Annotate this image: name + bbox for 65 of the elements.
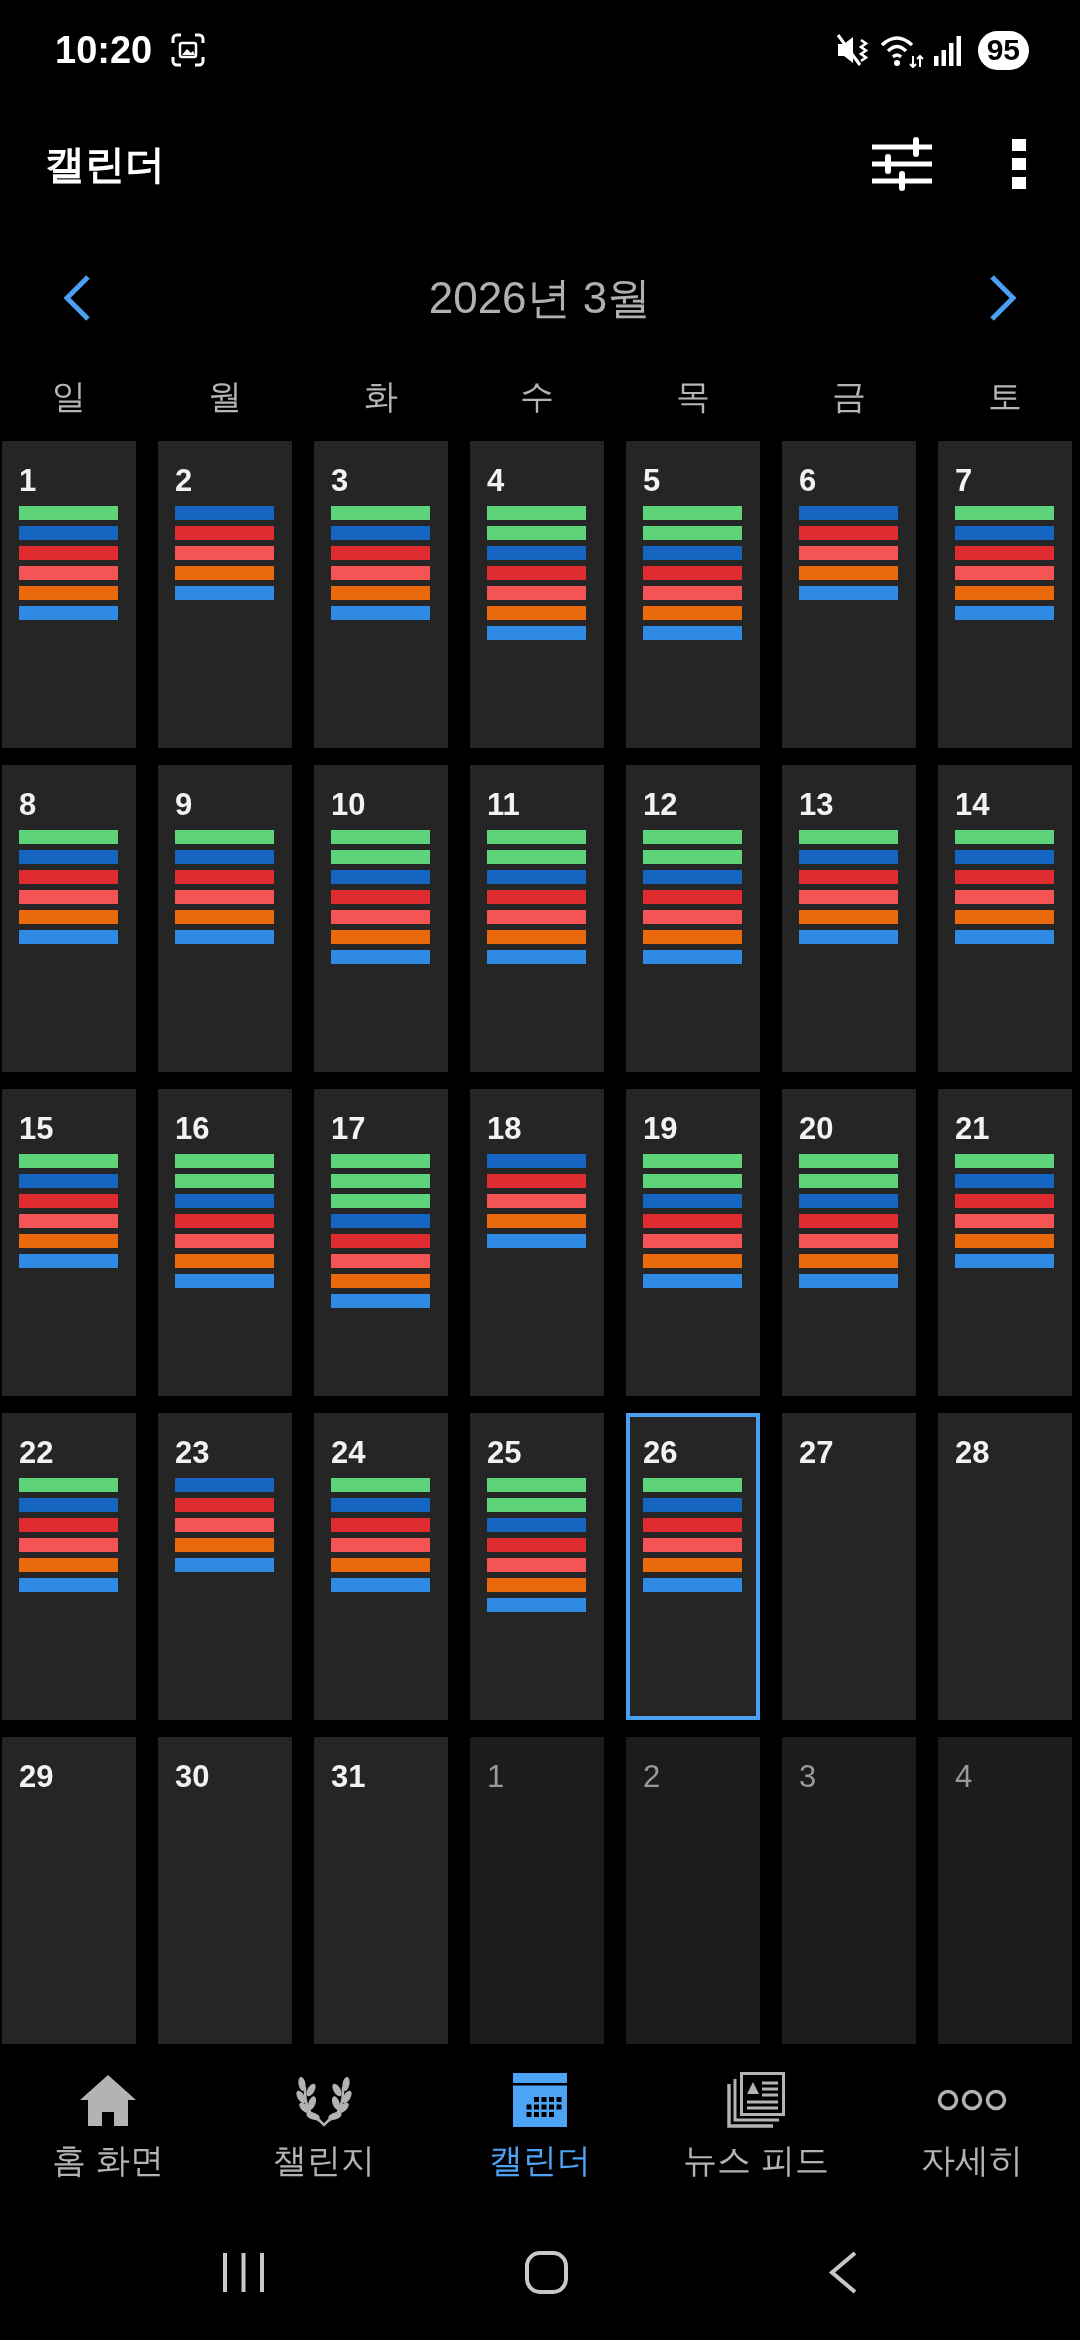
day-cell[interactable]: 3 <box>782 1737 916 2044</box>
nav-tab[interactable]: 홈 화면 <box>0 2072 216 2184</box>
more-vertical-icon[interactable] <box>1012 139 1026 189</box>
more-icon <box>937 2089 1007 2111</box>
day-cell[interactable]: 29 <box>2 1737 136 2044</box>
day-cell[interactable]: 1 <box>2 441 136 748</box>
day-cell[interactable]: 8 <box>2 765 136 1072</box>
day-cell[interactable]: 23 <box>158 1413 292 1720</box>
day-cell[interactable]: 10 <box>314 765 448 1072</box>
day-cell[interactable]: 13 <box>782 765 916 1072</box>
day-cell[interactable]: 2 <box>158 441 292 748</box>
battery-indicator: 95 <box>977 30 1029 70</box>
weekday-label: 일 <box>52 376 86 417</box>
day-cell[interactable]: 17 <box>314 1089 448 1396</box>
sliders-icon[interactable] <box>872 134 932 194</box>
nav-tab[interactable]: 캘린더 <box>432 2072 648 2184</box>
day-cell[interactable]: 21 <box>938 1089 1072 1396</box>
screen-capture-icon <box>170 32 207 68</box>
recent-apps-icon[interactable] <box>222 2250 265 2294</box>
weekday-label: 월 <box>208 376 242 417</box>
day-cell[interactable]: 7 <box>938 441 1072 748</box>
day-cell[interactable]: 18 <box>470 1089 604 1396</box>
day-cell[interactable]: 6 <box>782 441 916 748</box>
month-title: 2026년 3월 <box>428 271 652 324</box>
day-cell[interactable]: 4 <box>938 1737 1072 2044</box>
weekday-label: 화 <box>364 376 398 417</box>
newspaper-icon <box>727 2072 785 2128</box>
nav-tab[interactable]: 자세히 <box>864 2072 1080 2184</box>
nav-tab[interactable]: 뉴스 피드 <box>648 2072 864 2184</box>
weekday-label: 목 <box>676 376 710 417</box>
day-cell[interactable]: 28 <box>938 1413 1072 1720</box>
day-cell[interactable]: 22 <box>2 1413 136 1720</box>
chevron-left-icon[interactable] <box>63 274 91 322</box>
house-icon <box>79 2074 137 2126</box>
day-cell[interactable]: 15 <box>2 1089 136 1396</box>
day-cell[interactable]: 16 <box>158 1089 292 1396</box>
day-cell[interactable]: 3 <box>314 441 448 748</box>
nav-tab[interactable]: 챌린지 <box>216 2072 432 2184</box>
day-cell[interactable]: 26 <box>626 1413 760 1720</box>
day-cell[interactable]: 12 <box>626 765 760 1072</box>
chevron-right-icon[interactable] <box>989 274 1017 322</box>
day-cell[interactable]: 24 <box>314 1413 448 1720</box>
day-cell[interactable]: 30 <box>158 1737 292 2044</box>
day-cell[interactable]: 1 <box>470 1737 604 2044</box>
day-cell[interactable]: 9 <box>158 765 292 1072</box>
day-cell[interactable]: 20 <box>782 1089 916 1396</box>
weekday-label: 수 <box>520 376 554 417</box>
day-cell[interactable]: 31 <box>314 1737 448 2044</box>
day-cell[interactable]: 25 <box>470 1413 604 1720</box>
muted-speaker-icon <box>835 32 870 68</box>
calendar-icon <box>513 2073 567 2127</box>
day-cell[interactable]: 14 <box>938 765 1072 1072</box>
day-cell[interactable]: 2 <box>626 1737 760 2044</box>
screen-title: 캘린더 <box>45 140 165 188</box>
weekday-label: 토 <box>988 376 1022 417</box>
day-cell[interactable]: 11 <box>470 765 604 1072</box>
clock-time: 10:20 <box>55 28 153 72</box>
signal-icon <box>933 34 962 66</box>
back-icon[interactable] <box>828 2250 858 2294</box>
home-button-icon[interactable] <box>525 2250 568 2294</box>
day-cell[interactable]: 4 <box>470 441 604 748</box>
day-cell[interactable]: 19 <box>626 1089 760 1396</box>
day-cell[interactable]: 27 <box>782 1413 916 1720</box>
day-cell[interactable]: 5 <box>626 441 760 748</box>
weekday-label: 금 <box>832 376 866 417</box>
